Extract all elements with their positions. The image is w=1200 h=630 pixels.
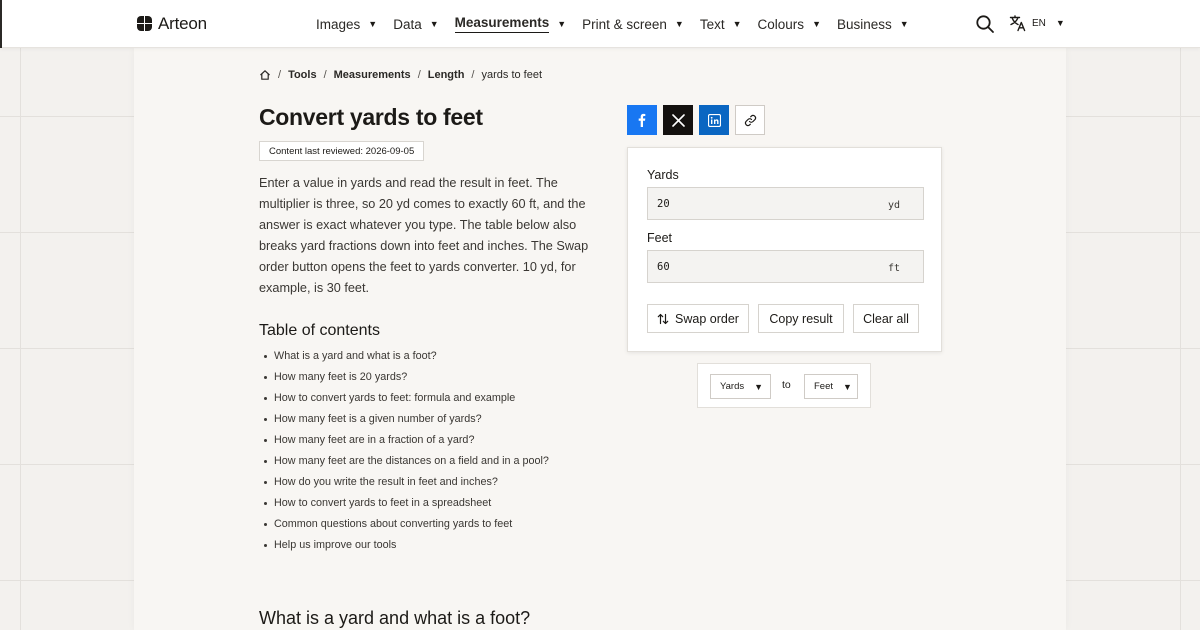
toc-item[interactable]: How do you write the result in feet and …: [264, 472, 549, 493]
to-label: to: [782, 379, 791, 391]
toc-item[interactable]: How many feet is 20 yards?: [264, 367, 549, 388]
copy-result-button[interactable]: Copy result: [758, 304, 844, 333]
yards-input[interactable]: [648, 188, 868, 219]
caret-down-icon: ▼: [899, 19, 909, 29]
from-unit-value: Yards: [720, 381, 745, 392]
page-title: Convert yards to feet: [259, 104, 483, 130]
arteon-logo-icon: [137, 16, 153, 32]
feet-label: Feet: [647, 231, 673, 245]
toc-item[interactable]: Common questions about converting yards …: [264, 514, 549, 535]
copy-result-label: Copy result: [769, 311, 833, 326]
feet-field: ft: [647, 250, 924, 283]
feet-unit: ft: [887, 263, 900, 274]
reviewed-badge: Content last reviewed: 2026-09-05: [259, 141, 425, 161]
unit-picker: Yards ▼ to Feet ▼: [697, 363, 871, 408]
caret-down-icon: ▼: [754, 381, 764, 392]
linkedin-icon: [707, 113, 721, 127]
language-selector[interactable]: EN ▼: [1009, 14, 1065, 32]
swap-order-label: Swap order: [675, 311, 739, 326]
caret-down-icon: ▼: [557, 19, 567, 29]
caret-down-icon: ▼: [429, 19, 439, 29]
facebook-icon: [638, 113, 646, 127]
breadcrumb-tools[interactable]: Tools: [288, 69, 317, 81]
nav-label: Images: [316, 16, 361, 32]
nav-label: Colours: [757, 16, 805, 32]
share-buttons: [627, 105, 765, 135]
caret-down-icon: ▼: [732, 19, 742, 29]
breadcrumb-measurements[interactable]: Measurements: [334, 69, 411, 81]
share-x-button[interactable]: [663, 105, 693, 135]
breadcrumb-separator: /: [278, 69, 282, 81]
window-edge: [0, 0, 2, 48]
nav-label: Text: [699, 16, 725, 32]
search-button[interactable]: [975, 14, 995, 34]
top-navigation-bar: Arteon Images ▼ Data ▼ Measurements ▼ Pr…: [0, 0, 1200, 48]
toc-item[interactable]: Help us improve our tools: [264, 535, 549, 556]
toc-title: Table of contents: [259, 322, 380, 339]
breadcrumb-separator: /: [417, 69, 421, 81]
swap-arrows-icon: [657, 313, 669, 325]
home-icon: [260, 70, 270, 80]
x-icon: [671, 113, 685, 127]
share-facebook-button[interactable]: [627, 105, 657, 135]
nav-item-print-screen[interactable]: Print & screen ▼: [582, 0, 684, 48]
nav-label: Print & screen: [582, 16, 667, 32]
caret-down-icon: ▼: [1055, 18, 1065, 28]
copy-link-button[interactable]: [735, 105, 765, 135]
yards-field: yd: [647, 187, 924, 220]
swap-order-button[interactable]: Swap order: [647, 304, 749, 333]
caret-down-icon: ▼: [674, 19, 684, 29]
nav-item-images[interactable]: Images ▼: [316, 0, 377, 48]
breadcrumb-length[interactable]: Length: [428, 69, 465, 81]
nav-label: Business: [836, 16, 892, 32]
from-unit-select[interactable]: Yards ▼: [710, 374, 771, 399]
brand-logo[interactable]: Arteon: [137, 14, 207, 34]
breadcrumb-separator: /: [471, 69, 475, 81]
to-unit-value: Feet: [814, 381, 834, 392]
toc-item[interactable]: What is a yard and what is a foot?: [264, 346, 549, 367]
main-nav: Images ▼ Data ▼ Measurements ▼ Print & s…: [316, 0, 925, 48]
caret-down-icon: ▼: [812, 19, 821, 29]
yards-unit: yd: [887, 200, 900, 211]
breadcrumb-separator: /: [323, 69, 327, 81]
translate-icon: [1009, 15, 1026, 32]
nav-item-business[interactable]: Business ▼: [837, 0, 909, 48]
toc-item[interactable]: How many feet is a given number of yards…: [264, 409, 549, 430]
nav-item-colours[interactable]: Colours ▼: [758, 0, 821, 48]
breadcrumb: / Tools / Measurements / Length / yards …: [259, 69, 542, 81]
search-icon: [976, 15, 994, 33]
intro-paragraph: Enter a value in yards and read the resu…: [259, 176, 589, 295]
feet-input[interactable]: [648, 251, 868, 282]
to-unit-select[interactable]: Feet ▼: [804, 374, 858, 399]
share-linkedin-button[interactable]: [699, 105, 729, 135]
link-icon: [744, 114, 756, 126]
brand-name: Arteon: [158, 14, 207, 33]
nav-label: Measurements: [454, 15, 550, 33]
toc-item[interactable]: How to convert yards to feet in a spread…: [264, 493, 549, 514]
toc-item[interactable]: How many feet are in a fraction of a yar…: [264, 430, 549, 451]
toc-item[interactable]: How many feet are the distances on a fie…: [264, 451, 549, 472]
table-of-contents: What is a yard and what is a foot? How m…: [264, 346, 549, 556]
nav-item-text[interactable]: Text ▼: [700, 0, 742, 48]
section-heading: What is a yard and what is a foot?: [259, 608, 531, 628]
breadcrumb-current: yards to feet: [481, 69, 543, 81]
clear-all-button[interactable]: Clear all: [853, 304, 919, 333]
nav-item-data[interactable]: Data ▼: [393, 0, 438, 48]
converter-card: Yards yd Feet ft Swap order Copy result …: [627, 147, 942, 352]
nav-label: Data: [393, 16, 422, 32]
yards-label: Yards: [647, 168, 679, 182]
toc-item[interactable]: How to convert yards to feet: formula an…: [264, 388, 549, 409]
language-code: EN: [1032, 17, 1046, 29]
caret-down-icon: ▼: [368, 19, 378, 29]
caret-down-icon: ▼: [843, 381, 852, 392]
home-link[interactable]: [259, 69, 271, 81]
nav-item-measurements[interactable]: Measurements ▼: [454, 0, 567, 48]
clear-all-label: Clear all: [863, 311, 909, 326]
